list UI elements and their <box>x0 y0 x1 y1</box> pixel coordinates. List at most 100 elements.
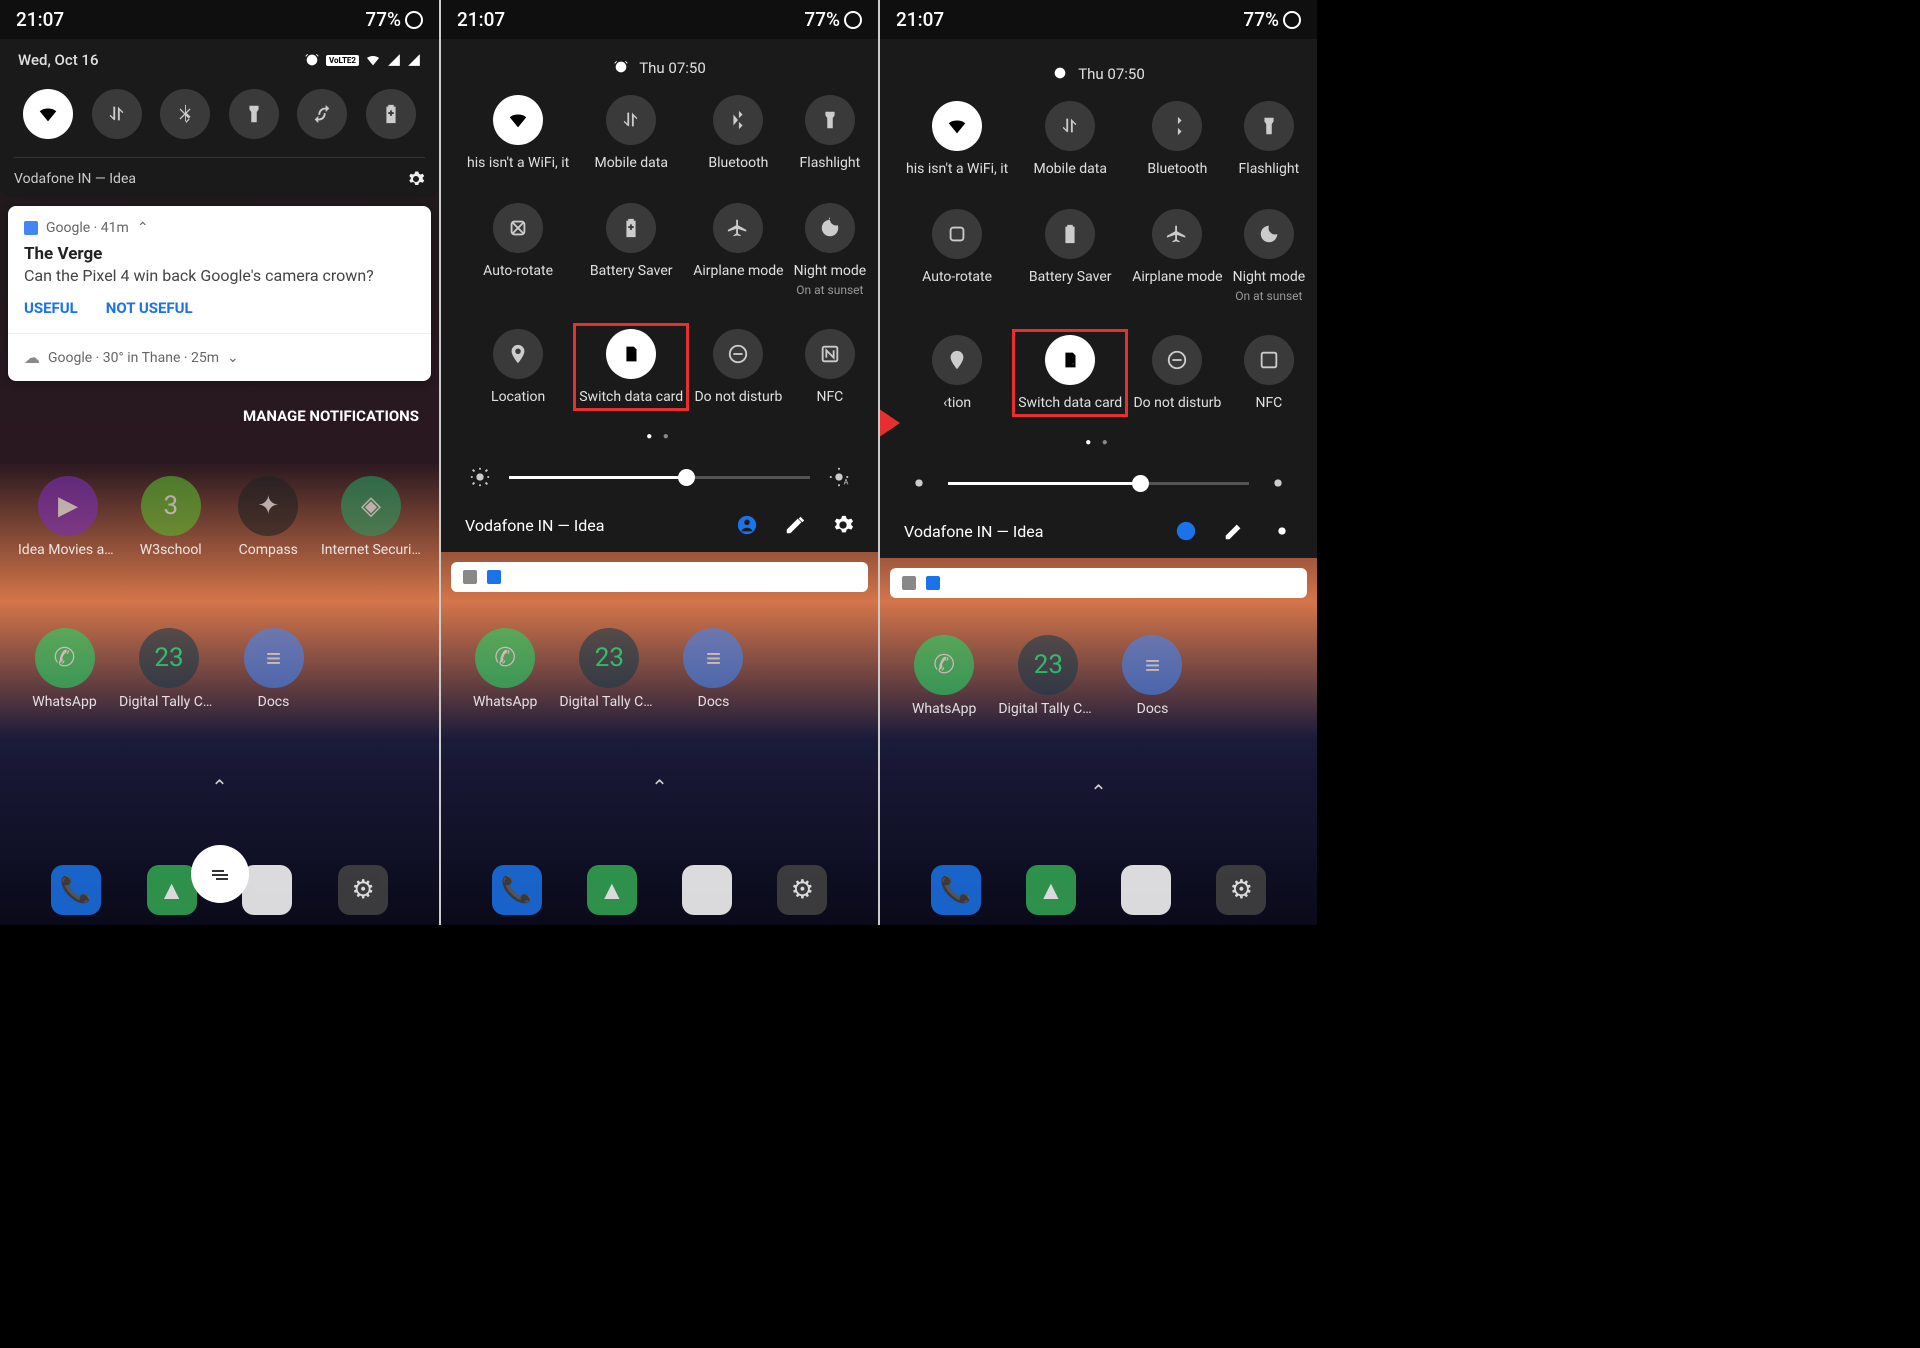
carrier-text: Vodafone IN — Idea <box>904 522 1043 541</box>
app-drawer-button[interactable] <box>191 845 249 903</box>
switch-data-card-highlighted: Switch data card <box>573 323 689 411</box>
brightness-slider[interactable]: A <box>461 452 858 500</box>
dialer-icon[interactable]: 📞 <box>492 865 542 915</box>
bluetooth-toggle[interactable] <box>160 89 210 139</box>
chrome-icon[interactable]: ◉ <box>242 865 292 915</box>
chevron-up-icon[interactable]: ⌃ <box>441 765 878 809</box>
notification-shade-compact[interactable]: Wed, Oct 16 VoLTE2 Vodafone IN — Idea <box>0 39 439 198</box>
quick-settings-expanded[interactable]: Thu 07:50 his isn't a WiFi, it Mobile da… <box>441 39 878 552</box>
qs-grid: his isn't a WiFi, it Mobile data Bluetoo… <box>461 95 858 421</box>
chevron-up-icon[interactable]: ⌃ <box>0 765 439 809</box>
battery-saver-toggle[interactable] <box>1045 209 1095 259</box>
night-mode-toggle[interactable] <box>1244 209 1294 259</box>
wifi-toggle[interactable] <box>493 95 543 145</box>
manage-notifications-button[interactable]: MANAGE NOTIFICATIONS <box>0 389 439 443</box>
bluetooth-toggle[interactable] <box>713 95 763 145</box>
home-apps-row-1: ▶Idea Movies an… 3W3school ✦Compass ◈Int… <box>0 476 439 558</box>
battery-saver-toggle[interactable] <box>366 89 416 139</box>
airplane-mode-toggle[interactable] <box>713 203 763 253</box>
phone-3: 21:07 77% Thu 07:50 his isn't a WiFi, it… <box>878 0 1317 925</box>
alarm-icon <box>613 59 629 75</box>
user-icon[interactable] <box>1175 520 1197 542</box>
carrier-text: Vodafone IN — Idea <box>14 171 136 187</box>
settings-icon[interactable] <box>832 514 854 536</box>
dnd-toggle[interactable] <box>1152 335 1202 385</box>
not-useful-button[interactable]: NOT USEFUL <box>106 299 193 317</box>
notification-card[interactable]: Google · 41m ⌃ The Verge Can the Pixel 4… <box>8 206 431 381</box>
notification-mini[interactable] <box>890 568 1307 598</box>
auto-rotate-toggle[interactable] <box>493 203 543 253</box>
signal-icon <box>387 53 401 67</box>
mobile-data-toggle[interactable] <box>1045 101 1095 151</box>
settings-icon[interactable] <box>1271 520 1293 542</box>
dnd-toggle[interactable] <box>713 329 763 379</box>
signal-icon-2 <box>407 53 421 67</box>
image-icon <box>902 576 916 590</box>
auto-rotate-toggle[interactable] <box>297 89 347 139</box>
chevron-up-icon[interactable]: ⌃ <box>137 220 149 236</box>
home-apps: ✆WhatsApp 23Digital Tally Co… ≡Docs <box>880 635 1317 717</box>
location-toggle[interactable] <box>932 335 982 385</box>
photos-icon[interactable]: ▲ <box>147 865 197 915</box>
battery-saver-toggle[interactable] <box>606 203 656 253</box>
brightness-auto-icon: A <box>828 466 850 488</box>
brightness-slider[interactable] <box>900 458 1297 506</box>
flashlight-toggle[interactable] <box>229 89 279 139</box>
flashlight-toggle[interactable] <box>1244 101 1294 151</box>
status-indicators: VoLTE2 <box>304 52 421 68</box>
home-apps-row-2: ✆WhatsApp 23Digital Tally Co… ≡Docs <box>0 628 439 710</box>
clock: 21:07 <box>457 8 505 31</box>
home-apps: ✆WhatsApp 23Digital Tally Co… ≡Docs <box>441 628 878 710</box>
date: Wed, Oct 16 <box>18 51 99 69</box>
chevron-up-icon[interactable]: ⌃ <box>880 770 1317 814</box>
page-indicator[interactable]: ● ● <box>900 427 1297 458</box>
alarm-icon <box>304 52 320 68</box>
status-bar: 21:07 77% <box>0 0 439 39</box>
phone-2: 21:07 77% Thu 07:50 his isn't a WiFi, it… <box>439 0 878 925</box>
location-toggle[interactable] <box>493 329 543 379</box>
dock: 📞 ▲ ◉ ⚙ <box>880 865 1317 915</box>
notif-app-time: Google · 41m <box>46 220 129 236</box>
wifi-toggle[interactable] <box>932 101 982 151</box>
settings-icon[interactable]: ⚙ <box>777 865 827 915</box>
alarm-time[interactable]: Thu 07:50 <box>639 59 706 77</box>
mobile-data-toggle[interactable] <box>606 95 656 145</box>
edit-icon[interactable] <box>1223 520 1245 542</box>
brightness-low-icon <box>908 472 930 494</box>
switch-data-card-highlighted: Switch data card <box>1012 329 1128 417</box>
alarm-time[interactable]: Thu 07:50 <box>1078 65 1145 83</box>
settings-icon[interactable]: ⚙ <box>1216 865 1266 915</box>
quick-settings-expanded[interactable]: Thu 07:50 his isn't a WiFi, it Mobile da… <box>880 39 1317 558</box>
user-icon[interactable] <box>736 514 758 536</box>
night-mode-toggle[interactable] <box>805 203 855 253</box>
photos-icon[interactable]: ▲ <box>587 865 637 915</box>
nfc-toggle[interactable] <box>1244 335 1294 385</box>
page-indicator[interactable]: ● ● <box>461 421 858 452</box>
switch-data-card-toggle[interactable] <box>1045 335 1095 385</box>
svg-text:A: A <box>844 477 849 486</box>
settings-icon[interactable] <box>407 170 425 188</box>
chrome-icon[interactable]: ◉ <box>1121 865 1171 915</box>
bluetooth-toggle[interactable] <box>1152 101 1202 151</box>
flashlight-toggle[interactable] <box>805 95 855 145</box>
mobile-data-toggle[interactable] <box>92 89 142 139</box>
switch-data-card-toggle[interactable] <box>606 329 656 379</box>
settings-icon[interactable]: ⚙ <box>338 865 388 915</box>
status-bar: 21:07 77% <box>880 0 1317 39</box>
clock: 21:07 <box>16 8 64 31</box>
edit-icon[interactable] <box>784 514 806 536</box>
brightness-low-icon <box>469 466 491 488</box>
auto-rotate-toggle[interactable] <box>932 209 982 259</box>
airplane-mode-toggle[interactable] <box>1152 209 1202 259</box>
photos-icon[interactable]: ▲ <box>1026 865 1076 915</box>
wifi-toggle[interactable] <box>23 89 73 139</box>
chevron-down-icon[interactable]: ⌄ <box>227 350 239 366</box>
google-icon <box>926 576 940 590</box>
notif-title: The Verge <box>8 242 431 266</box>
dialer-icon[interactable]: 📞 <box>51 865 101 915</box>
dialer-icon[interactable]: 📞 <box>931 865 981 915</box>
nfc-toggle[interactable] <box>805 329 855 379</box>
useful-button[interactable]: USEFUL <box>24 299 78 317</box>
chrome-icon[interactable]: ◉ <box>682 865 732 915</box>
notification-mini[interactable] <box>451 562 868 592</box>
